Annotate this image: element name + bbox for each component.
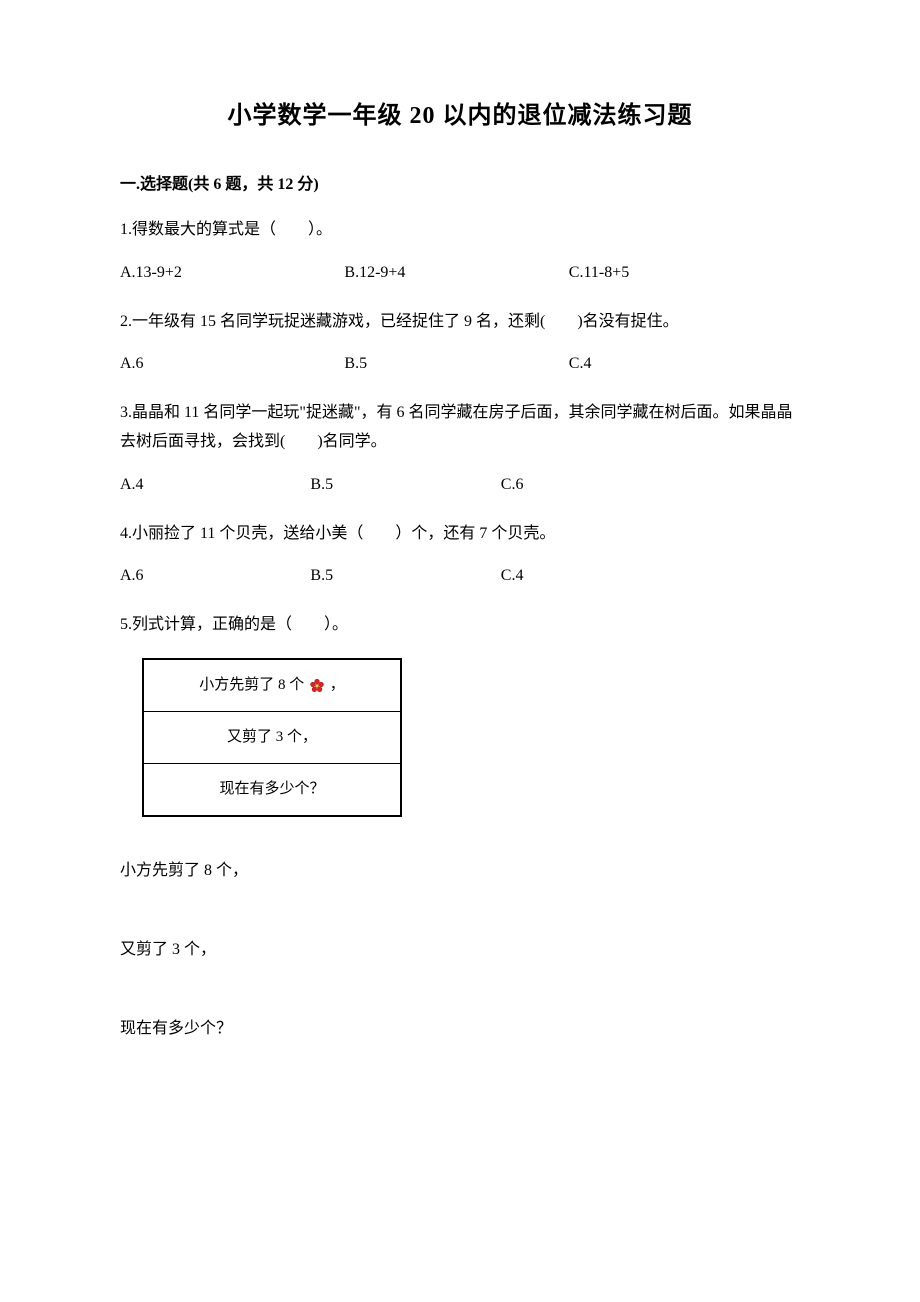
option-b: B.12-9+4 [344, 259, 568, 288]
repeat-line-1: 小方先剪了 8 个， [120, 857, 800, 886]
question-1-text: 1.得数最大的算式是（ ）。 [120, 216, 800, 245]
question-5-repeat: 小方先剪了 8 个， 又剪了 3 个， 现在有多少个？ [120, 857, 800, 1043]
box-row-1-pre: 小方先剪了 8 个 [199, 677, 304, 693]
repeat-line-3: 现在有多少个？ [120, 1015, 800, 1044]
option-a: A.13-9+2 [120, 259, 344, 288]
option-a: A.4 [120, 471, 310, 500]
option-c: C.4 [501, 562, 524, 591]
question-3-options: A.4 B.5 C.6 [120, 471, 800, 500]
repeat-line-2: 又剪了 3 个， [120, 936, 800, 965]
question-2-options: A.6 B.5 C.4 [120, 350, 800, 379]
question-2-text: 2.一年级有 15 名同学玩捉迷藏游戏，已经捉住了 9 名，还剩( )名没有捉住… [120, 308, 800, 337]
question-3-text: 3.晶晶和 11 名同学一起玩"捉迷藏"，有 6 名同学藏在房子后面，其余同学藏… [120, 399, 800, 457]
option-b: B.5 [310, 562, 500, 591]
page-title: 小学数学一年级 20 以内的退位减法练习题 [120, 100, 800, 134]
question-3: 3.晶晶和 11 名同学一起玩"捉迷藏"，有 6 名同学藏在房子后面，其余同学藏… [120, 399, 800, 499]
box-row-1: 小方先剪了 8 个 ， [144, 660, 400, 712]
question-4-options: A.6 B.5 C.4 [120, 562, 800, 591]
question-4-text: 4.小丽捡了 11 个贝壳，送给小美（ ）个，还有 7 个贝壳。 [120, 520, 800, 549]
flower-icon [308, 677, 326, 695]
option-c: C.4 [569, 350, 793, 379]
question-5: 5.列式计算，正确的是（ ）。 小方先剪了 8 个 ， 又剪了 3 个， [120, 611, 800, 1043]
question-1-options: A.13-9+2 B.12-9+4 C.11-8+5 [120, 259, 800, 288]
question-5-box: 小方先剪了 8 个 ， 又剪了 3 个， 现在有多少个？ [142, 658, 402, 817]
option-a: A.6 [120, 562, 310, 591]
question-5-text: 5.列式计算，正确的是（ ）。 [120, 611, 800, 640]
box-row-1-post: ， [330, 677, 345, 693]
option-c: C.11-8+5 [569, 259, 793, 288]
box-row-3: 现在有多少个？ [144, 764, 400, 815]
option-c: C.6 [501, 471, 524, 500]
option-b: B.5 [310, 471, 500, 500]
question-1: 1.得数最大的算式是（ ）。 A.13-9+2 B.12-9+4 C.11-8+… [120, 216, 800, 288]
question-4: 4.小丽捡了 11 个贝壳，送给小美（ ）个，还有 7 个贝壳。 A.6 B.5… [120, 520, 800, 592]
option-a: A.6 [120, 350, 344, 379]
option-b: B.5 [344, 350, 568, 379]
box-row-2: 又剪了 3 个， [144, 712, 400, 764]
section-header: 一.选择题(共 6 题，共 12 分) [120, 174, 800, 196]
question-2: 2.一年级有 15 名同学玩捉迷藏游戏，已经捉住了 9 名，还剩( )名没有捉住… [120, 308, 800, 380]
